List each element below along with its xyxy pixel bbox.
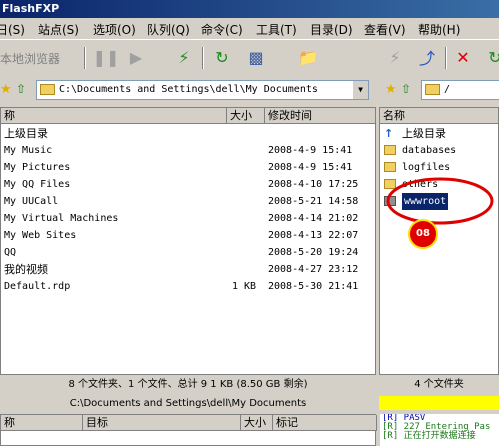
column-target[interactable]: 目标 bbox=[83, 415, 241, 431]
menu-queue[interactable]: 队列(Q) bbox=[147, 21, 190, 38]
list-item[interactable]: My Music 2008-4-9 15:41 bbox=[1, 142, 375, 159]
remote-address-bar: ★ ⇧ / bbox=[379, 78, 499, 104]
column-size[interactable]: 大小 bbox=[227, 108, 265, 124]
local-status-path: C:\Documents and Settings\dell\My Docume… bbox=[69, 398, 307, 409]
connect-icon[interactable]: ⚡ bbox=[172, 45, 196, 69]
folder-view-icon[interactable]: 📁 bbox=[296, 45, 320, 69]
remote-file-list[interactable]: 名称 ↑ 上级目录 databases logfiles others wwwro… bbox=[379, 107, 499, 375]
list-item[interactable]: databases bbox=[380, 142, 498, 159]
up-folder-icon[interactable]: ⇧ bbox=[16, 82, 26, 96]
list-item[interactable]: My Pictures 2008-4-9 15:41 bbox=[1, 159, 375, 176]
menu-bar: 日(S) 站点(S) 选项(O) 队列(Q) 命令(C) 工具(T) 目录(D)… bbox=[0, 18, 499, 40]
refresh-icon[interactable]: ↻ bbox=[483, 45, 499, 69]
pause-icon[interactable]: ❚❚ bbox=[93, 45, 120, 69]
column-tag[interactable]: 标记 bbox=[273, 415, 377, 431]
up-folder-icon[interactable]: ⇧ bbox=[401, 82, 411, 96]
local-address-bar: ★ ⇧ C:\Documents and Settings\dell\My Do… bbox=[0, 78, 376, 104]
bookmark-star-icon[interactable]: ★ bbox=[0, 82, 12, 97]
remote-toolbar: ⚡ ⤴ ✕ ↻ bbox=[379, 41, 499, 75]
annotation-ellipse bbox=[386, 177, 494, 225]
list-item[interactable]: QQ 2008-5-20 19:24 bbox=[1, 244, 375, 261]
transfer-icon[interactable]: ▶ bbox=[124, 45, 148, 69]
local-file-list[interactable]: 称 大小 修改时间 上级目录 My Music 2008-4-9 15:41 My… bbox=[0, 107, 376, 375]
refresh-icon[interactable]: ↻ bbox=[210, 45, 234, 69]
list-item[interactable]: My Web Sites 2008-4-13 22:07 bbox=[1, 227, 375, 244]
list-item[interactable]: 上级目录 bbox=[1, 125, 375, 142]
list-item[interactable]: My QQ Files 2008-4-10 17:25 bbox=[1, 176, 375, 193]
remote-path-combo[interactable]: / bbox=[421, 80, 499, 100]
menu-directory[interactable]: 目录(D) bbox=[310, 21, 353, 38]
title-bar: FlashFXP bbox=[0, 0, 499, 18]
list-item[interactable]: ↑ 上级目录 bbox=[380, 125, 498, 142]
bin-file-icon[interactable]: ▩ bbox=[244, 45, 268, 69]
column-name[interactable]: 名称 bbox=[380, 108, 498, 124]
folder-icon bbox=[384, 142, 399, 159]
menu-commands[interactable]: 命令(C) bbox=[201, 21, 243, 38]
local-browser-label[interactable]: 本地浏览器 bbox=[0, 50, 60, 67]
queue-list[interactable]: 称 目标 大小 标记 bbox=[0, 414, 377, 446]
toolbar-separator bbox=[445, 47, 447, 69]
menu-help[interactable]: 帮助(H) bbox=[418, 21, 460, 38]
disconnect-icon[interactable]: ⤴ bbox=[415, 45, 439, 69]
list-item[interactable]: 我的视频 2008-4-27 23:12 bbox=[1, 261, 375, 278]
local-toolbar: 本地浏览器 ❚❚ ▶ ⚡ ↻ ▩ 📁 bbox=[0, 41, 376, 75]
column-size[interactable]: 大小 bbox=[241, 415, 273, 431]
toolbar-separator bbox=[202, 47, 204, 69]
chevron-down-icon[interactable]: ▼ bbox=[352, 81, 368, 99]
menu-session[interactable]: 日(S) bbox=[0, 21, 25, 38]
bookmark-star-icon[interactable]: ★ bbox=[385, 82, 397, 97]
local-path-combo[interactable]: C:\Documents and Settings\dell\My Docume… bbox=[36, 80, 369, 100]
folder-icon bbox=[40, 84, 55, 95]
column-modified[interactable]: 修改时间 bbox=[265, 108, 375, 124]
list-item[interactable]: My UUCall 2008-5-21 14:58 bbox=[1, 193, 375, 210]
folder-icon bbox=[425, 84, 440, 95]
log-line: [R] 正在打开数据连接 bbox=[382, 431, 476, 441]
remote-status-bar bbox=[379, 396, 499, 410]
menu-tools[interactable]: 工具(T) bbox=[256, 21, 297, 38]
toolbar-separator bbox=[84, 47, 86, 69]
connect-icon[interactable]: ⚡ bbox=[383, 45, 407, 69]
up-arrow-icon: ↑ bbox=[384, 127, 394, 140]
local-status-text: 8 个文件夹、1 个文件、总计 9 1 KB (8.50 GB 剩余) bbox=[68, 379, 308, 390]
list-item[interactable]: Default.rdp 1 KB 2008-5-30 21:41 bbox=[1, 278, 375, 295]
column-name[interactable]: 称 bbox=[1, 415, 83, 431]
step-badge: 08 bbox=[408, 219, 438, 249]
abort-icon[interactable]: ✕ bbox=[451, 45, 475, 69]
session-log[interactable]: [R] PASV [R] 227 Entering Pas [R] 正在打开数据… bbox=[380, 414, 499, 446]
menu-view[interactable]: 查看(V) bbox=[364, 21, 406, 38]
list-item[interactable]: My Virtual Machines 2008-4-14 21:02 bbox=[1, 210, 375, 227]
remote-status-text: 4 个文件夹 bbox=[414, 379, 464, 390]
column-name[interactable]: 称 bbox=[1, 108, 227, 124]
menu-options[interactable]: 选项(O) bbox=[93, 21, 136, 38]
menu-sites[interactable]: 站点(S) bbox=[38, 21, 79, 38]
